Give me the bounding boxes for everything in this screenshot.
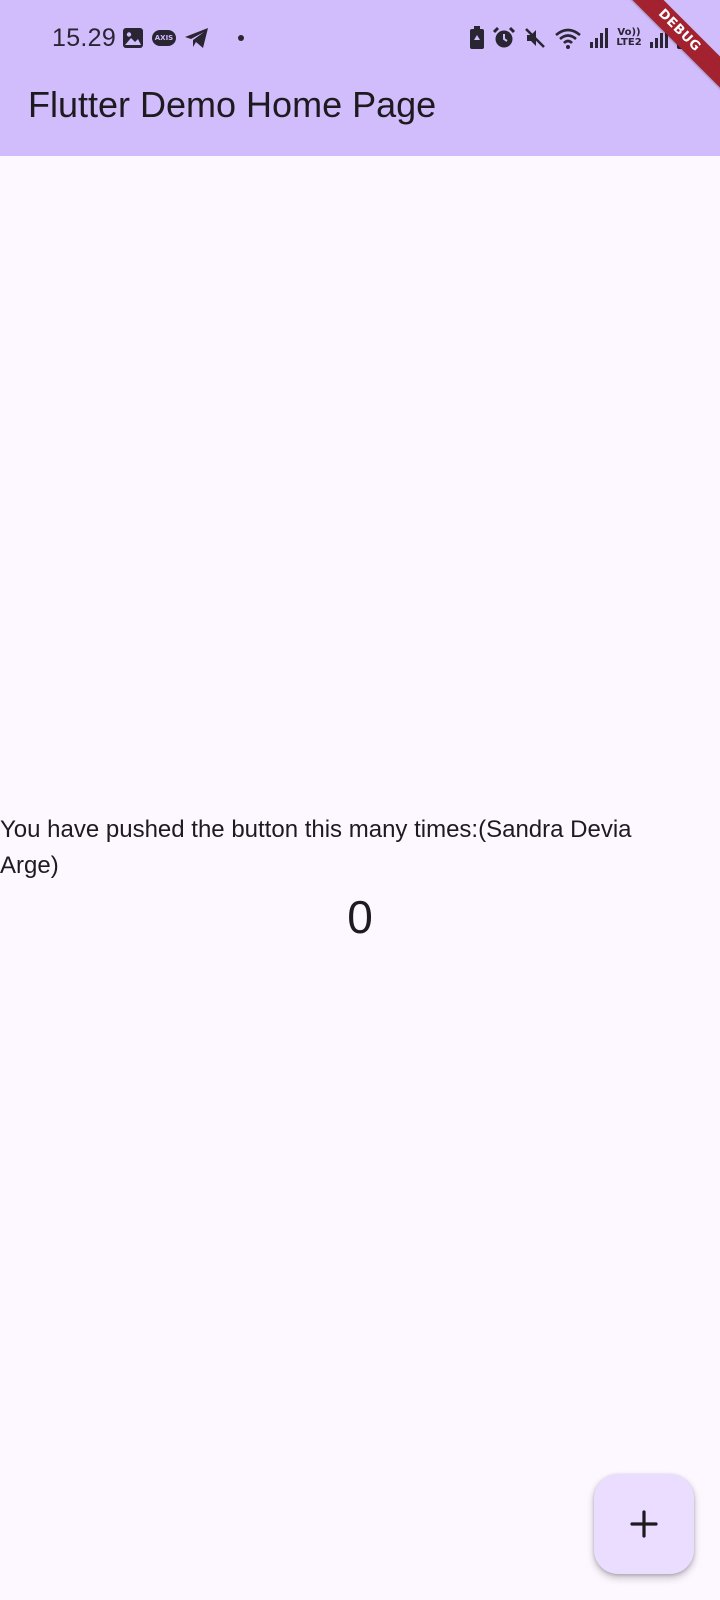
counter-value: 0 (347, 891, 373, 943)
battery-saver-icon (470, 26, 484, 49)
mute-icon (525, 28, 545, 48)
volte-icon: Vo)) LTE2 (616, 28, 642, 48)
increment-button[interactable] (594, 1474, 694, 1574)
app-bar: 15.29 AXIS Vo)) LTE2 Flutter Demo Home P… (0, 0, 720, 156)
volte-bottom-label: LTE2 (616, 37, 642, 48)
notification-dot-icon (238, 35, 244, 41)
app-screen: 15.29 AXIS Vo)) LTE2 Flutter Demo Home P… (0, 0, 720, 1600)
status-bar: 15.29 AXIS Vo)) LTE2 (0, 0, 720, 80)
axis-icon: AXIS (152, 30, 176, 46)
status-left-icons: AXIS (122, 27, 244, 49)
image-icon (123, 28, 143, 48)
counter-label: You have pushed the button this many tim… (0, 816, 632, 879)
status-right-icons: Vo)) LTE2 (469, 26, 692, 50)
counter-section: You have pushed the button this many tim… (0, 812, 720, 944)
telegram-icon (185, 28, 208, 48)
signal-icon (590, 28, 608, 48)
wifi-icon (555, 28, 581, 49)
alarm-icon (492, 26, 516, 48)
page-title: Flutter Demo Home Page (28, 84, 437, 125)
plus-icon (630, 1510, 658, 1538)
status-time: 15.29 (52, 24, 117, 52)
